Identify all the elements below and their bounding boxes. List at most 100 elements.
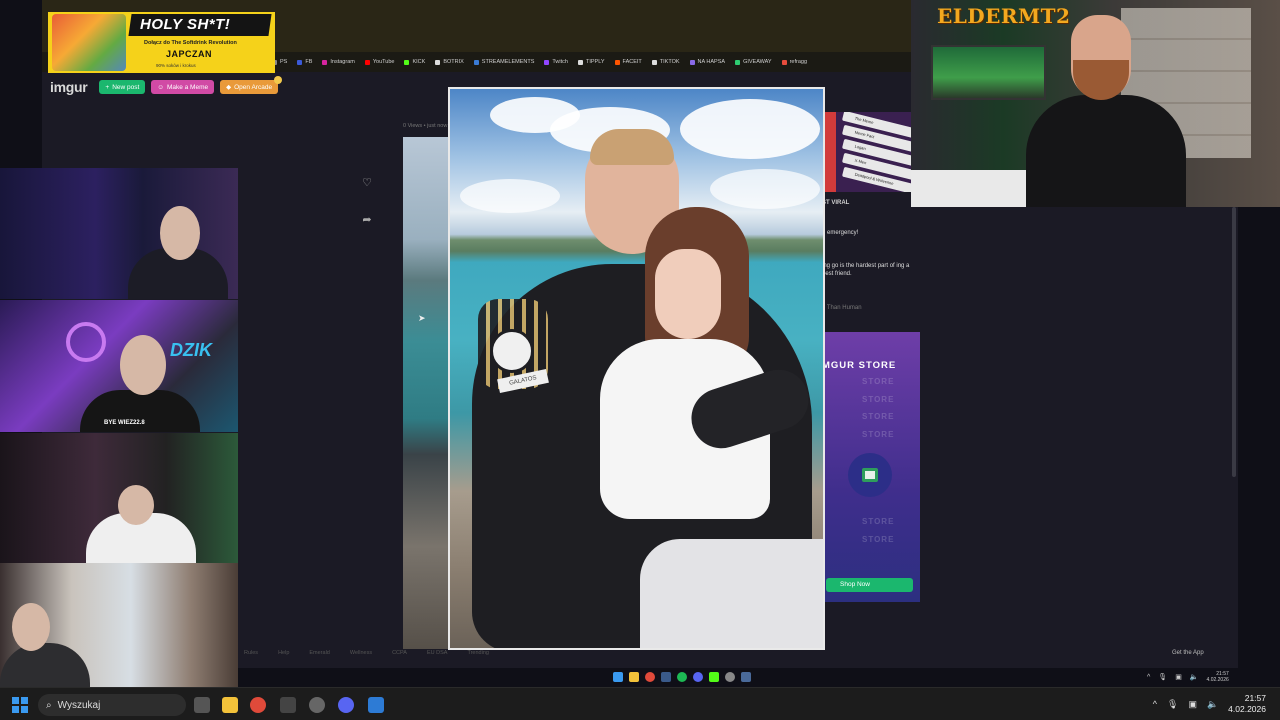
bookmark-label: PS	[280, 59, 288, 65]
bookmark-item[interactable]: STREAMELEMENTS	[473, 59, 534, 65]
open-arcade-label: Open Arcade	[234, 83, 273, 91]
share-icon[interactable]: ➦	[360, 213, 374, 227]
app-icon[interactable]	[280, 697, 296, 713]
bookmark-item[interactable]: KICK	[404, 59, 425, 65]
mic-icon[interactable]: 🎙	[1158, 673, 1167, 681]
bookmark-icon	[689, 59, 695, 65]
bookmark-icon	[435, 59, 441, 65]
browser-clock: 21:57 4.02.2026	[1207, 671, 1229, 683]
bookmark-label: Twitch	[552, 59, 568, 65]
footer-link[interactable]: Rules	[244, 650, 258, 656]
chevron-up-icon[interactable]: ^	[1153, 699, 1157, 709]
chevron-up-icon[interactable]: ^	[1147, 674, 1150, 681]
chrome-icon[interactable]	[645, 672, 655, 682]
eldermt2-logo: ELDERMT2	[937, 4, 1071, 28]
imgur-footer: Rules Help Emerald Wellness CCPA EU DSA Trendi…	[244, 650, 489, 656]
store-ghost-text: STORE	[862, 430, 895, 439]
spotify-icon[interactable]	[677, 672, 687, 682]
bookmark-item[interactable]: NA HAPSA	[689, 59, 725, 65]
volume-icon[interactable]: 🔈	[1207, 699, 1218, 710]
bookmark-item[interactable]: TIKTOK	[651, 59, 680, 65]
browser-system-tray: ^ 🎙 ▣ 🔈 21:57 4.02.2026	[1147, 668, 1229, 686]
file-explorer-icon[interactable]	[222, 697, 238, 713]
make-meme-label: Make a Meme	[166, 83, 209, 91]
mic-icon[interactable]: 🎙	[1167, 699, 1178, 710]
steam-icon[interactable]	[661, 672, 671, 682]
bookmark-item[interactable]: Twitch	[544, 59, 568, 65]
bookmark-icon	[364, 59, 370, 65]
get-app-link[interactable]: Get the App	[1172, 650, 1204, 656]
bookmark-icon	[651, 59, 657, 65]
footer-link[interactable]: Trending	[467, 650, 489, 656]
cloud	[680, 99, 820, 159]
webcam-person-face	[160, 206, 200, 260]
bookmark-item[interactable]: Instagram	[322, 59, 355, 65]
viral-item[interactable]: n emergency!	[822, 229, 920, 237]
photos-icon[interactable]	[368, 697, 384, 713]
bookmark-icon	[404, 59, 410, 65]
footer-link[interactable]: EU DSA	[427, 650, 447, 656]
bookmark-item[interactable]: FACEIT	[614, 59, 642, 65]
browser-clock-date: 4.02.2026	[1206, 677, 1229, 683]
most-viral-title: ST VIRAL	[822, 200, 850, 206]
new-post-label: New post	[112, 83, 140, 91]
chrome-icon[interactable]	[250, 697, 266, 713]
obs-icon[interactable]	[725, 672, 735, 682]
task-view-icon[interactable]	[194, 697, 210, 713]
arcade-icon: ◆	[226, 84, 232, 91]
start-button[interactable]	[12, 697, 28, 713]
aquarium	[931, 45, 1046, 100]
sponsor-product-image	[52, 14, 126, 71]
windows-icon[interactable]	[613, 672, 623, 682]
bookmark-icon	[781, 59, 787, 65]
sponsor-small-text: 90% soków i krokus	[156, 63, 196, 68]
windows-taskbar: ⌕ Wyszukaj ^ 🎙 ▣ 🔈 21:57 4.02.2026	[0, 687, 1280, 720]
kick-icon[interactable]	[709, 672, 719, 682]
open-arcade-button[interactable]: ◆ Open Arcade	[220, 76, 283, 94]
bookmark-icon	[297, 59, 303, 65]
bookmark-item[interactable]: GIVEAWAY	[735, 59, 772, 65]
mouse-cursor-icon: ➤	[418, 313, 426, 323]
make-meme-button[interactable]: ☺ Make a Meme	[151, 80, 215, 94]
bookmark-item[interactable]: BOTRIX	[435, 59, 464, 65]
obs-icon[interactable]	[309, 697, 325, 713]
discord-icon[interactable]	[338, 697, 354, 713]
network-icon[interactable]: ▣	[1188, 699, 1197, 710]
bookmark-label: YouTube	[372, 59, 395, 65]
webcam-person-face	[120, 335, 166, 395]
viral-item[interactable]: e Than Human	[822, 304, 920, 312]
bookmark-item[interactable]: YouTube	[364, 59, 395, 65]
bookmark-item[interactable]: FB	[297, 59, 312, 65]
store-ghost-text: STORE	[862, 412, 895, 421]
shop-now-button[interactable]: Shop Now	[826, 578, 913, 592]
steam-icon[interactable]	[741, 672, 751, 682]
bookmark-icon	[577, 59, 583, 65]
top-ad[interactable]: The Meme Meme Fact Logan X-Men Deadpool …	[822, 112, 920, 192]
imgur-store-ad[interactable]: MGUR STORE STORE STORE STORE STORE STORE…	[822, 332, 920, 602]
bookmark-label: KICK	[412, 59, 426, 65]
bookmark-icon	[322, 59, 328, 65]
bookmark-icon	[544, 59, 550, 65]
network-icon[interactable]: ▣	[1175, 673, 1182, 681]
footer-link[interactable]: CCPA	[392, 650, 407, 656]
taskbar-search[interactable]: ⌕ Wyszukaj	[38, 694, 186, 716]
footer-link[interactable]: Help	[278, 650, 289, 656]
folder-icon[interactable]	[629, 672, 639, 682]
viral-item[interactable]: ing go is the hardest part of ing a best…	[822, 262, 920, 278]
bookmark-item[interactable]: refragg	[781, 59, 807, 65]
search-placeholder: Wyszukaj	[57, 699, 101, 711]
page-scrollbar[interactable]	[1232, 207, 1236, 477]
imgur-logo[interactable]: imgur	[50, 79, 88, 95]
bookmark-label: Instagram	[330, 59, 355, 65]
new-post-button[interactable]: + New post	[99, 80, 146, 94]
right-sidebar: The Meme Meme Fact Logan X-Men Deadpool …	[822, 112, 922, 632]
footer-link[interactable]: Wellness	[350, 650, 372, 656]
taskbar-clock[interactable]: 21:57 4.02.2026	[1228, 693, 1266, 715]
discord-icon[interactable]	[693, 672, 703, 682]
bookmark-item[interactable]: TIPPLY	[577, 59, 605, 65]
volume-icon[interactable]: 🔈	[1190, 673, 1199, 681]
streamer-body	[1026, 95, 1186, 207]
post-image-background	[403, 137, 450, 649]
heart-icon[interactable]: ♡	[360, 176, 374, 190]
footer-link[interactable]: Emerald	[309, 650, 329, 656]
